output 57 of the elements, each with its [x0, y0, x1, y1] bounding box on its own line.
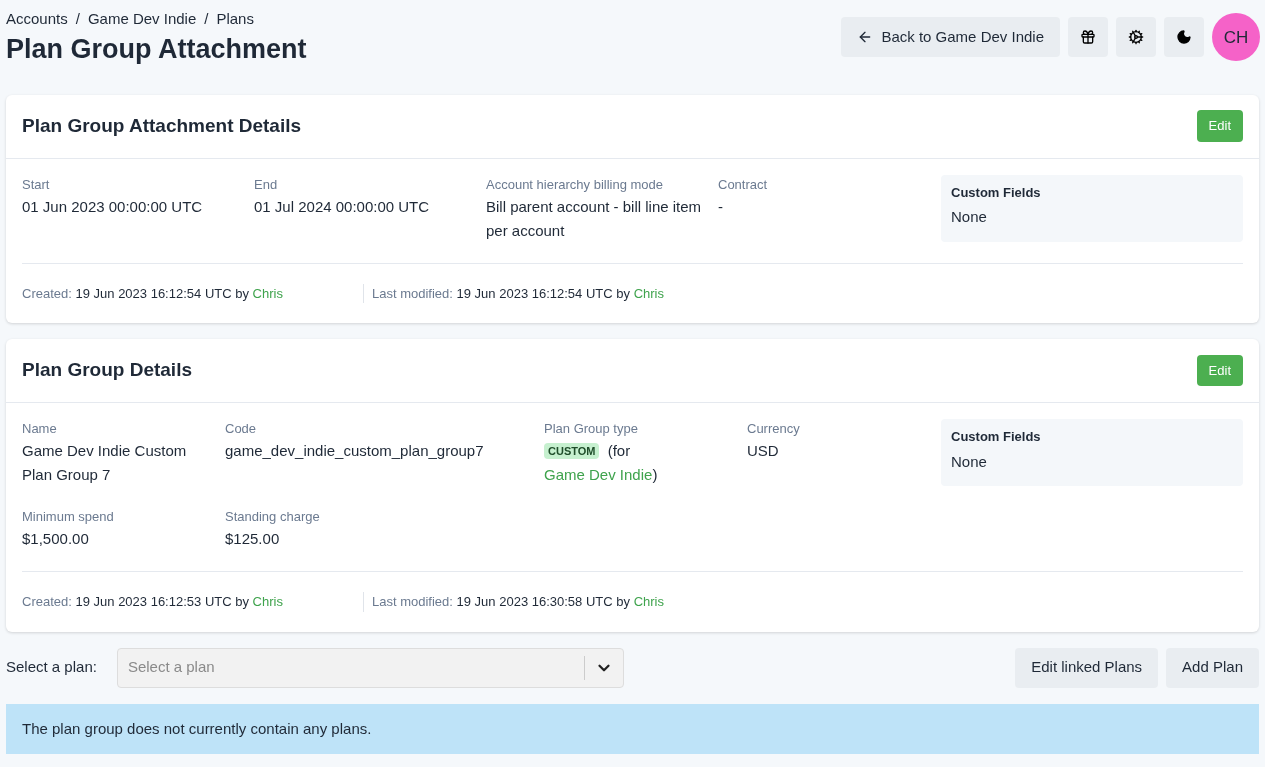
custom-fields-value: None [951, 207, 988, 227]
audit-sentence: Last modified: 19 Jun 2023 16:30:58 UTC by Chris [372, 593, 664, 611]
audit-sentence: Created: 19 Jun 2023 16:12:53 UTC by Chris [22, 593, 284, 611]
field-value-sentence: CUSTOM (for Game Dev Indie) [544, 441, 659, 485]
page-title: Plan Group Attachment [6, 32, 307, 66]
field-value: 01 Jun 2023 00:00:00 UTC [22, 196, 204, 217]
audit-sentence: Created: 19 Jun 2023 16:12:54 UTC by Chris [22, 284, 284, 303]
field-label: Plan Group type [544, 420, 639, 438]
plan-action-button[interactable]: Edit linked Plans [1015, 647, 1159, 688]
field-label: Minimum spend [22, 508, 115, 526]
audit-sentence: Last modified: 19 Jun 2023 16:12:54 UTC by Chris [372, 284, 664, 303]
breadcrumb-link[interactable]: Accounts [6, 8, 68, 31]
gift-icon [1080, 29, 1096, 46]
field-label: End [254, 175, 279, 194]
user-link[interactable]: Chris [633, 594, 664, 609]
card-title: Plan Group Details [22, 358, 192, 383]
user-avatar[interactable]: CH [1212, 13, 1260, 62]
plan-action-button[interactable]: Add Plan [1166, 647, 1259, 688]
field-value: Game Dev Indie Custom Plan Group 7 [22, 441, 188, 485]
plan-select[interactable]: Select a plan [116, 647, 624, 688]
breadcrumb-separator: / [204, 9, 209, 29]
settings-icon [1128, 29, 1144, 46]
field-label: Account hierarchy billing mode [486, 175, 665, 194]
gift-button[interactable] [1068, 17, 1108, 58]
breadcrumb-link[interactable]: Game Dev Indie [87, 8, 197, 31]
user-link[interactable]: Chris [633, 285, 664, 301]
field-label: Code [225, 420, 258, 438]
field-label: Name [22, 420, 58, 438]
user-link[interactable]: Chris [252, 285, 283, 301]
card-title: Plan Group Attachment Details [22, 113, 302, 138]
info-notice: The plan group does not currently contain any plans. [6, 703, 1259, 754]
settings-button[interactable] [1116, 17, 1156, 58]
custom-badge: CUSTOM [544, 443, 600, 459]
dark-mode-button[interactable] [1164, 17, 1204, 58]
breadcrumb-link[interactable]: Plans [216, 8, 254, 31]
custom-fields-label: Custom Fields [951, 428, 1042, 446]
edit-button[interactable]: Edit [1196, 110, 1243, 142]
field-label: Start [22, 175, 51, 194]
field-value: - [718, 196, 724, 217]
select-label: Select a plan: [6, 657, 97, 678]
moon-icon [1176, 29, 1192, 46]
field-value: game_dev_indie_custom_plan_group7 [225, 441, 485, 461]
field-value: 01 Jul 2024 00:00:00 UTC [254, 196, 431, 217]
account-link[interactable]: Game Dev Indie [544, 466, 653, 483]
field-value: $125.00 [225, 529, 281, 549]
field-value: USD [747, 441, 780, 461]
custom-fields-value: None [951, 451, 988, 472]
field-value: $1,500.00 [22, 529, 90, 549]
custom-fields-label: Custom Fields [951, 183, 1042, 202]
back-button[interactable]: Back to Game Dev Indie [841, 17, 1060, 58]
edit-button[interactable]: Edit [1196, 354, 1243, 387]
breadcrumb-separator: / [75, 9, 80, 29]
field-value: Bill parent account - bill line item per account [486, 196, 703, 241]
field-label: Standing charge [225, 508, 321, 526]
field-label: Currency [747, 420, 801, 438]
user-link[interactable]: Chris [252, 594, 283, 609]
field-label: Contract [718, 175, 769, 194]
